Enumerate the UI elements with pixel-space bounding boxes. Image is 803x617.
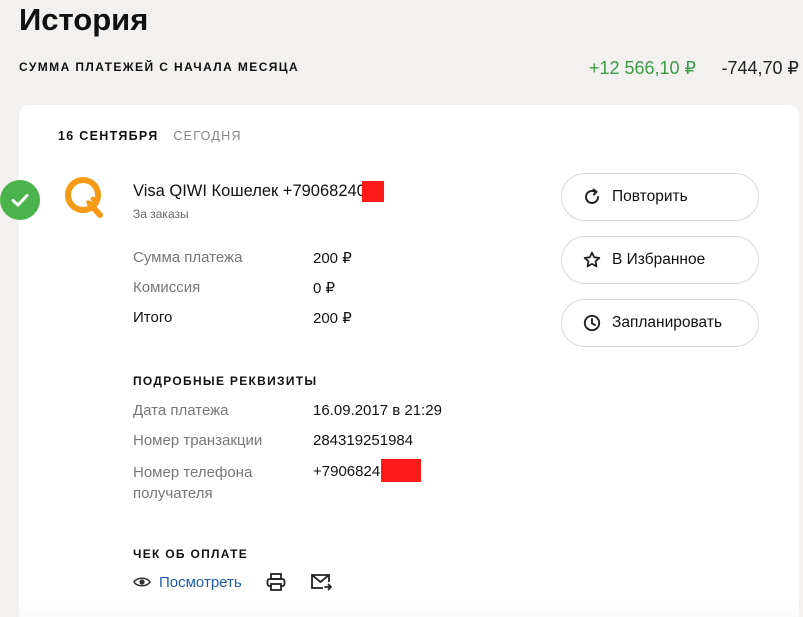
- star-icon: [583, 251, 601, 268]
- print-button[interactable]: [266, 573, 286, 591]
- mail-send-icon: [310, 574, 332, 591]
- date-label: 16 СЕНТЯБРЯ: [58, 129, 159, 143]
- favorite-button[interactable]: В Избранное: [561, 236, 759, 284]
- clock-icon: [583, 314, 601, 332]
- commission-value: 0 ₽: [313, 280, 336, 297]
- payment-card: 16 СЕНТЯБРЯ СЕГОДНЯ Visa QIWI Кошелек +7…: [0, 105, 799, 617]
- payment-title-text: Visa QIWI Кошелек +79068240: [133, 181, 366, 200]
- today-label: СЕГОДНЯ: [173, 129, 242, 143]
- printer-icon: [266, 573, 286, 591]
- view-receipt-link[interactable]: Посмотреть: [133, 574, 242, 591]
- success-status: [0, 180, 40, 220]
- amount-value: 200 ₽: [313, 250, 352, 267]
- transaction-value: 284319251984: [313, 432, 414, 449]
- commission-label: Комиссия: [133, 279, 201, 296]
- email-receipt-button[interactable]: [310, 573, 332, 591]
- phone-label-line1: Номер телефона: [133, 464, 253, 481]
- favorite-label: В Избранное: [612, 251, 706, 268]
- repeat-button[interactable]: Повторить: [561, 173, 759, 221]
- schedule-label: Запланировать: [612, 314, 723, 331]
- repeat-icon: [585, 188, 599, 204]
- phone-value: +7906824: [313, 459, 422, 482]
- payment-subtitle: За заказы: [133, 207, 189, 221]
- date-paid-value: 16.09.2017 в 21:29: [313, 402, 442, 419]
- details-heading: ПОДРОБНЫЕ РЕКВИЗИТЫ: [133, 374, 318, 388]
- redacted-area: [381, 459, 422, 482]
- qiwi-logo-icon: [65, 177, 103, 218]
- card-bottom-fade: [19, 601, 799, 617]
- check-icon: [11, 194, 29, 207]
- repeat-label: Повторить: [612, 188, 688, 205]
- view-receipt-label: Посмотреть: [159, 573, 242, 591]
- summary-income: +12 566,10 ₽: [588, 58, 696, 78]
- receipt-actions: Посмотреть: [133, 573, 332, 591]
- phone-label: Номер телефона получателя: [133, 462, 252, 504]
- redacted-area: [361, 181, 384, 202]
- payment-title: Visa QIWI Кошелек +79068240: [133, 181, 384, 202]
- phone-label-line2: получателя: [133, 485, 213, 502]
- receipt-heading: ЧЕК ОБ ОПЛАТЕ: [133, 547, 249, 561]
- date-header: 16 СЕНТЯБРЯ СЕГОДНЯ: [58, 129, 242, 143]
- total-label: Итого: [133, 309, 173, 326]
- transaction-label: Номер транзакции: [133, 432, 263, 449]
- amount-label: Сумма платежа: [133, 249, 243, 266]
- eye-icon: [133, 577, 151, 587]
- schedule-button[interactable]: Запланировать: [561, 299, 759, 347]
- date-paid-label: Дата платежа: [133, 402, 229, 419]
- phone-value-text: +7906824: [313, 462, 381, 480]
- page-title: История: [19, 2, 149, 37]
- summary-expense: -744,70 ₽: [721, 58, 799, 78]
- total-value: 200 ₽: [313, 310, 352, 327]
- summary-label: СУММА ПЛАТЕЖЕЙ С НАЧАЛА МЕСЯЦА: [19, 60, 300, 74]
